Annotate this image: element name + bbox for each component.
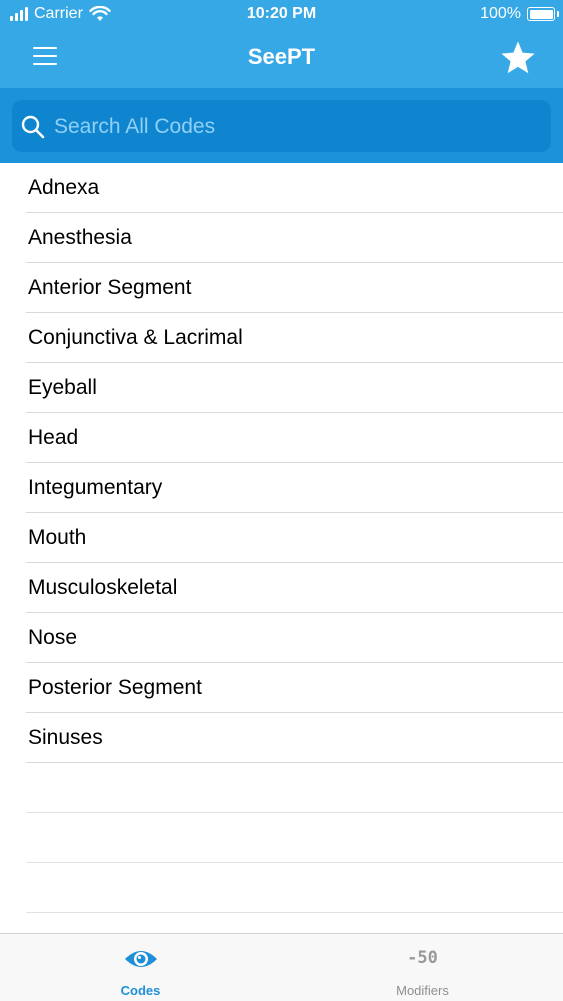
list-item[interactable]: Adnexa xyxy=(0,163,563,213)
status-time: 10:20 PM xyxy=(246,5,317,22)
battery-percent: 100% xyxy=(480,5,521,22)
list-item[interactable]: Head xyxy=(0,413,563,463)
status-bar: Carrier 10:20 PM 100% xyxy=(0,0,563,30)
empty-row xyxy=(0,813,563,863)
category-list: Adnexa Anesthesia Anterior Segment Conjunct… xyxy=(0,163,563,963)
search-field[interactable] xyxy=(12,100,551,154)
eye-icon xyxy=(125,951,157,967)
list-item[interactable]: Integumentary xyxy=(0,463,563,513)
list-item[interactable]: Musculoskeletal xyxy=(0,563,563,613)
search-bar xyxy=(0,88,563,163)
navigation-bar: SeePT xyxy=(0,30,563,88)
tab-modifiers[interactable]: -50 Modifiers xyxy=(282,934,563,1001)
tab-modifiers-label: Modifiers xyxy=(396,983,449,998)
list-item[interactable]: Posterior Segment xyxy=(0,663,563,713)
modifiers-icon: -50 xyxy=(407,948,438,968)
app-title: SeePT xyxy=(247,44,316,69)
list-item[interactable]: Nose xyxy=(0,613,563,663)
list-item[interactable]: Conjunctiva & Lacrimal xyxy=(0,313,563,363)
search-icon xyxy=(21,115,45,139)
list-item[interactable]: Anesthesia xyxy=(0,213,563,263)
tab-codes[interactable]: Codes xyxy=(0,934,281,1001)
list-item[interactable]: Eyeball xyxy=(0,363,563,413)
empty-row xyxy=(0,763,563,813)
search-input[interactable] xyxy=(52,100,546,154)
status-right: 100% xyxy=(480,5,559,23)
tab-codes-label: Codes xyxy=(120,983,161,998)
tab-bar: Codes -50 Modifiers xyxy=(0,933,563,1001)
battery-icon xyxy=(527,7,559,21)
favorites-star-icon[interactable] xyxy=(499,39,537,77)
list-item[interactable]: Mouth xyxy=(0,513,563,563)
empty-row xyxy=(0,863,563,913)
list-item[interactable]: Sinuses xyxy=(0,713,563,763)
list-item[interactable]: Anterior Segment xyxy=(0,263,563,313)
